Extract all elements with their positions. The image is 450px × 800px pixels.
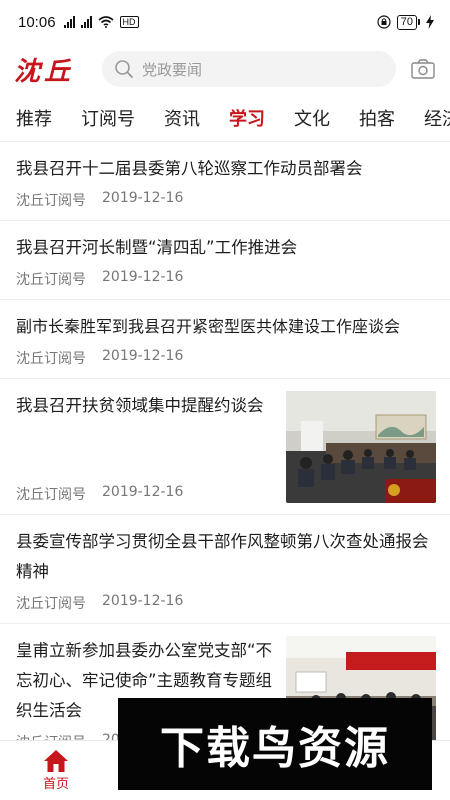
search-input[interactable]: 党政要闻: [102, 51, 396, 87]
tab-economy[interactable]: 经济: [424, 105, 450, 131]
news-date: 2019-12-16: [102, 593, 184, 609]
app-logo: 沈丘: [14, 56, 75, 87]
news-item[interactable]: 县委宣传部学习贯彻全县干部作风整顿第八次查处通报会精神 沈丘订阅号 2019-1…: [0, 515, 450, 624]
charging-icon: [426, 15, 434, 29]
news-date: 2019-12-16: [102, 484, 184, 500]
signal-icon: [63, 16, 75, 28]
news-date: 2019-12-16: [102, 348, 184, 364]
category-tabs: 推荐 订阅号 资讯 学习 文化 拍客 经济: [0, 94, 450, 142]
tab-news[interactable]: 资讯: [164, 105, 200, 131]
nav-home[interactable]: 首页: [36, 749, 76, 792]
hd-badge: HD: [119, 16, 139, 28]
news-item[interactable]: 我县召开扶贫领域集中提醒约谈会 沈丘订阅号 2019-12-16: [0, 379, 450, 515]
home-icon: [44, 750, 68, 772]
news-title: 副市长秦胜军到我县召开紧密型医共体建设工作座谈会: [16, 317, 401, 336]
search-placeholder: 党政要闻: [142, 60, 203, 79]
battery-icon: 70: [396, 14, 420, 30]
news-item[interactable]: 副市长秦胜军到我县召开紧密型医共体建设工作座谈会 沈丘订阅号 2019-12-1…: [0, 300, 450, 379]
news-feed: 我县召开十二届县委第八轮巡察工作动员部署会 沈丘订阅号 2019-12-16 我…: [0, 142, 450, 760]
news-source: 沈丘订阅号: [16, 193, 86, 209]
tab-culture[interactable]: 文化: [294, 105, 330, 131]
news-source: 沈丘订阅号: [16, 596, 86, 612]
tab-photo[interactable]: 拍客: [359, 105, 395, 131]
nav-home-label: 首页: [42, 777, 69, 792]
signal-icon-2: [80, 16, 92, 28]
news-item[interactable]: 我县召开十二届县委第八轮巡察工作动员部署会 沈丘订阅号 2019-12-16: [0, 142, 450, 221]
camera-icon[interactable]: [410, 56, 436, 82]
news-source: 沈丘订阅号: [16, 351, 86, 367]
tab-recommend[interactable]: 推荐: [16, 105, 52, 131]
news-title: 我县召开扶贫领域集中提醒约谈会: [16, 396, 264, 415]
search-icon: [115, 60, 133, 78]
battery-level: 70: [396, 14, 417, 30]
news-date: 2019-12-16: [102, 269, 184, 285]
news-source: 沈丘订阅号: [16, 272, 86, 288]
news-source: 沈丘订阅号: [16, 487, 86, 503]
news-item[interactable]: 我县召开河长制暨“清四乱”工作推进会 沈丘订阅号 2019-12-16: [0, 221, 450, 300]
top-bar: 沈丘 党政要闻: [0, 44, 450, 94]
news-title: 县委宣传部学习贯彻全县干部作风整顿第八次查处通报会精神: [16, 532, 429, 581]
wifi-icon: [98, 16, 114, 28]
news-date: 2019-12-16: [102, 190, 184, 206]
tab-subscriptions[interactable]: 订阅号: [81, 105, 135, 131]
news-title: 我县召开十二届县委第八轮巡察工作动员部署会: [16, 159, 363, 178]
status-time: 10:06: [18, 13, 56, 31]
news-thumbnail: [286, 391, 436, 503]
watermark-overlay: 下载鸟资源: [118, 698, 432, 790]
status-bar: 10:06 HD 70: [0, 0, 450, 44]
lock-rotation-icon: [377, 15, 391, 29]
news-title: 我县召开河长制暨“清四乱”工作推进会: [16, 238, 298, 257]
tab-study[interactable]: 学习: [229, 105, 265, 131]
